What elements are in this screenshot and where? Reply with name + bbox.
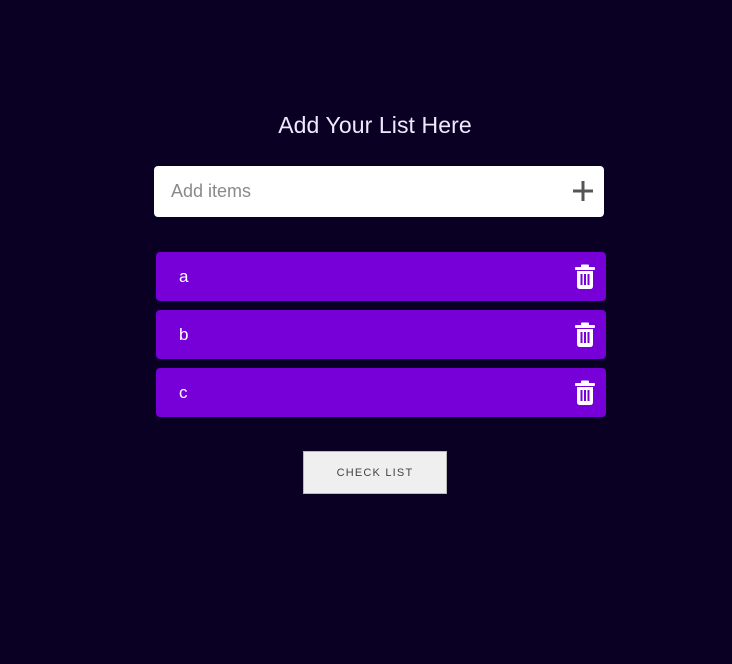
- add-item-button[interactable]: [570, 178, 596, 204]
- trash-icon[interactable]: [575, 380, 595, 405]
- plus-icon: [573, 181, 593, 201]
- item-list: a b c: [156, 252, 606, 426]
- add-item-bar: [154, 166, 604, 217]
- list-item: a: [156, 252, 606, 301]
- check-list-button[interactable]: CHECK LIST: [303, 451, 447, 494]
- list-item-label: a: [179, 267, 189, 286]
- page-title: Add Your List Here: [278, 112, 472, 138]
- trash-icon[interactable]: [575, 322, 595, 347]
- list-item-label: b: [179, 325, 189, 344]
- list-item: c: [156, 368, 606, 417]
- trash-icon[interactable]: [575, 264, 595, 289]
- add-item-input[interactable]: [154, 166, 554, 217]
- todo-page: Add Your List Here a b: [0, 0, 732, 664]
- list-item-label: c: [179, 383, 188, 402]
- list-item: b: [156, 310, 606, 359]
